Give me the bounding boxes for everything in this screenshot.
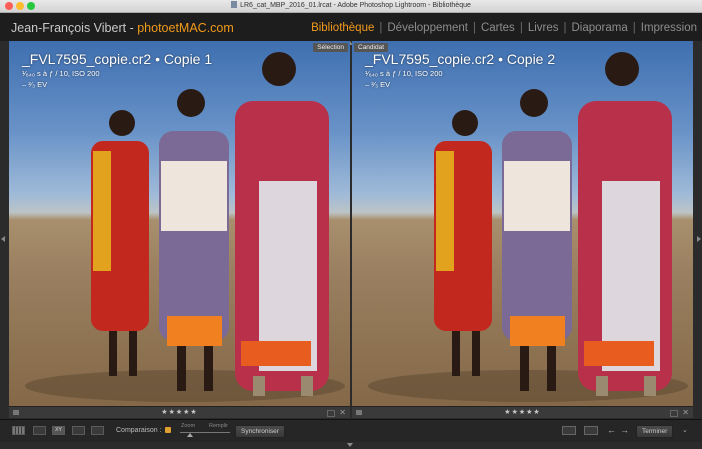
photo-exposure-compensation: – ²⁄₃ EV <box>22 80 48 89</box>
next-photo-icon[interactable]: → <box>620 424 629 436</box>
zoom-label: Zoom <box>181 423 196 429</box>
compare-candidate-pane[interactable]: Candidat _FVL7595_copie.cr2 • Copie 2 ¹⁄… <box>352 41 693 406</box>
right-panel-toggle-icon[interactable] <box>697 236 701 242</box>
star-rating[interactable]: ★★★★★ <box>352 407 693 418</box>
identity-brand: photoetMAC.com <box>137 21 234 35</box>
previous-photo-icon[interactable]: ← <box>607 424 616 436</box>
candidate-rating-bar: ★★★★★ ✕ <box>352 406 693 418</box>
photo-exposure: ¹⁄₆₄₀ s à ƒ / 10, ISO 200 <box>22 69 100 78</box>
module-separator: | <box>519 22 523 34</box>
sync-button[interactable]: Synchroniser <box>235 425 285 438</box>
photo-exposure-compensation: – ²⁄₃ EV <box>365 80 391 89</box>
people-view-icon[interactable] <box>91 426 104 435</box>
window-title-container: LR6_cat_MBP_2016_01.lrcat - Adobe Photos… <box>0 0 702 12</box>
color-label-icon[interactable] <box>670 410 678 417</box>
make-select-icon[interactable] <box>584 426 598 435</box>
module-separator: | <box>632 22 636 34</box>
filmstrip-toggle-icon[interactable] <box>347 443 353 447</box>
color-label-icon[interactable] <box>327 410 335 417</box>
photo-info-overlay: _FVL7595_copie.cr2 • Copie 2 ¹⁄₆₄₀ s à ƒ… <box>365 51 555 89</box>
module-develop[interactable]: Développement <box>387 22 468 34</box>
photo-info-overlay: _FVL7595_copie.cr2 • Copie 1 ¹⁄₆₄₀ s à ƒ… <box>22 51 212 89</box>
module-print[interactable]: Impression <box>641 22 697 34</box>
compare-select-pane[interactable]: Sélection _FVL7595_copie.cr2 • Copie 1 ¹… <box>9 41 350 406</box>
loupe-view-icon[interactable] <box>33 426 46 435</box>
module-slideshow[interactable]: Diaporama <box>572 22 628 34</box>
survey-view-icon[interactable] <box>72 426 85 435</box>
star-rating[interactable]: ★★★★★ <box>9 407 350 418</box>
window-title: LR6_cat_MBP_2016_01.lrcat - Adobe Photos… <box>240 2 471 9</box>
module-separator: | <box>379 22 383 34</box>
fill-label: Remplir <box>209 423 228 429</box>
photo-figures <box>368 52 688 402</box>
photo-exposure: ¹⁄₆₄₀ s à ƒ / 10, ISO 200 <box>365 69 443 78</box>
photo-figures <box>25 52 345 402</box>
module-book[interactable]: Livres <box>528 22 559 34</box>
module-separator: | <box>472 22 476 34</box>
photo-filename: _FVL7595_copie.cr2 • Copie 1 <box>22 51 213 67</box>
photo-masai-women <box>368 52 688 402</box>
photo-masai-women <box>25 52 345 402</box>
module-separator: | <box>563 22 567 34</box>
module-map[interactable]: Cartes <box>481 22 515 34</box>
grid-view-icon[interactable] <box>12 426 25 435</box>
toolbar-menu-chevron-icon[interactable]: ⌄ <box>682 425 688 436</box>
lock-icon[interactable] <box>165 427 171 433</box>
compare-view-icon[interactable]: XY <box>52 426 65 435</box>
swap-icon[interactable] <box>562 426 576 435</box>
toolbar: XY Comparaison : Zoom Remplir Synchronis… <box>0 419 702 442</box>
left-panel-toggle-icon[interactable] <box>1 236 5 242</box>
photo-filename: _FVL7595_copie.cr2 • Copie 2 <box>365 51 556 67</box>
select-tag: Sélection <box>313 43 348 52</box>
close-icon[interactable]: ✕ <box>339 407 346 418</box>
module-library[interactable]: Bibliothèque <box>311 22 374 34</box>
comparison-label: Comparaison : <box>116 427 162 434</box>
identity-owner: Jean-François Vibert - <box>11 21 138 35</box>
identity-bar: Jean-François Vibert - photoetMAC.com Bi… <box>0 13 702 41</box>
identity-plate: Jean-François Vibert - photoetMAC.com <box>11 13 234 44</box>
select-rating-bar: ★★★★★ ✕ <box>9 406 350 418</box>
module-picker: Bibliothèque | Développement | Cartes | Livres… <box>311 13 697 44</box>
done-button[interactable]: Terminer <box>636 425 674 438</box>
close-icon[interactable]: ✕ <box>682 407 689 418</box>
zoom-slider-thumb[interactable] <box>187 433 193 437</box>
window-titlebar: LR6_cat_MBP_2016_01.lrcat - Adobe Photos… <box>0 0 702 13</box>
document-icon <box>231 1 238 8</box>
